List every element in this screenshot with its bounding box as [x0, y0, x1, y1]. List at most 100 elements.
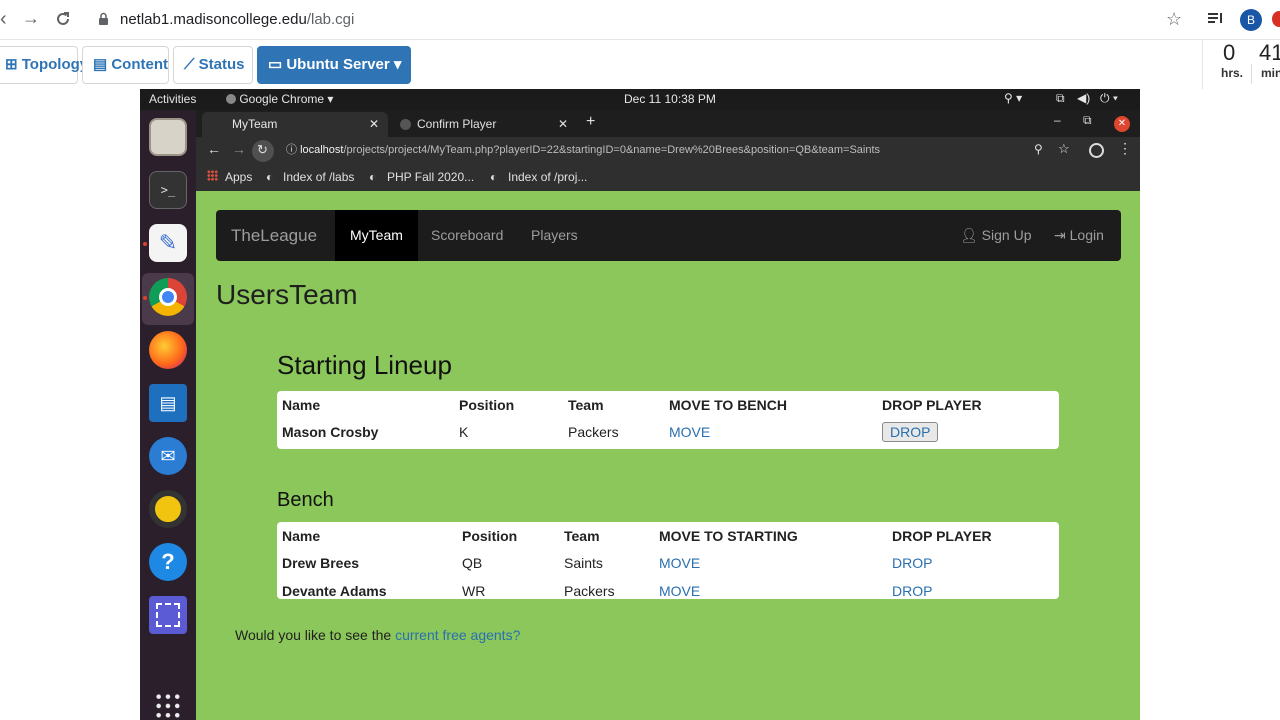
laptop-icon: ▭: [268, 56, 287, 73]
bookmark-index-proj[interactable]: Index of /proj...: [508, 170, 587, 184]
tab-confirm-player[interactable]: Confirm Player ✕: [388, 112, 574, 137]
profile-avatar[interactable]: B: [1240, 9, 1262, 31]
free-agents-text: Would you like to see the: [235, 627, 396, 643]
ubuntu-dock: >_ ✎ ▤ ✉ ?: [140, 110, 196, 720]
inner-url-path: /projects/project4/MyTeam.php?playerID=2…: [343, 144, 881, 156]
player-position: QB: [462, 555, 483, 571]
player-team: Packers: [568, 424, 619, 440]
inner-url-bar[interactable]: ⓘ localhost/projects/project4/MyTeam.php…: [286, 140, 1110, 161]
status-button[interactable]: ⟋ Status: [173, 46, 253, 84]
column-header: Name: [282, 528, 321, 544]
team-title: UsersTeam: [216, 279, 358, 310]
gnome-clock[interactable]: Dec 11 10:38 PM: [624, 92, 716, 106]
power-icon[interactable]: ⏻ ▾: [1100, 91, 1118, 106]
column-header: DROP PLAYER: [892, 528, 992, 544]
minimize-icon[interactable]: –: [1054, 113, 1061, 127]
drop-link[interactable]: DROP: [892, 583, 932, 599]
column-header: MOVE TO STARTING: [659, 528, 798, 544]
starting-lineup-table: Name Position Team MOVE TO BENCH DROP PL…: [277, 391, 1059, 449]
kebab-menu-icon[interactable]: ⋮: [1118, 140, 1132, 157]
nav-players[interactable]: Players: [516, 210, 593, 261]
player-name: Mason Crosby: [282, 424, 379, 440]
reload-button[interactable]: ↻: [252, 140, 274, 162]
move-to-starting-link[interactable]: MOVE: [659, 555, 700, 571]
brand-link[interactable]: TheLeague: [216, 210, 332, 261]
show-apps-icon[interactable]: [154, 692, 182, 720]
help-icon[interactable]: ?: [149, 543, 187, 581]
timer-minutes: 41: [1259, 40, 1280, 65]
sign-up-link[interactable]: 👤︎ Sign Up: [945, 210, 1046, 261]
volume-icon[interactable]: ◀): [1077, 91, 1090, 105]
player-position: WR: [462, 583, 486, 599]
table-header-row: Name Position Team MOVE TO BENCH DROP PL…: [277, 392, 1059, 418]
move-to-starting-link[interactable]: MOVE: [659, 583, 700, 599]
back-arrow-icon[interactable]: ‹: [0, 8, 7, 31]
sign-up-label: Sign Up: [981, 227, 1032, 243]
move-to-bench-link[interactable]: MOVE: [669, 424, 710, 440]
topology-button[interactable]: ⊞ Topology: [0, 46, 88, 84]
forward-arrow-icon[interactable]: →: [232, 141, 246, 157]
account-icon[interactable]: [1089, 143, 1104, 158]
accessibility-icon[interactable]: ⚲ ▾: [1004, 91, 1022, 105]
chrome-icon[interactable]: [149, 278, 187, 316]
status-label: Status: [198, 56, 245, 73]
media-playlist-icon[interactable]: [1206, 10, 1226, 33]
bookmark-apps[interactable]: Apps: [225, 170, 252, 184]
firefox-icon[interactable]: [149, 331, 187, 369]
new-tab-icon[interactable]: +: [586, 113, 595, 131]
caret-down-icon: ▾: [327, 92, 334, 106]
player-name: Drew Brees: [282, 555, 360, 571]
bench-title: Bench: [277, 489, 334, 511]
window-close-icon[interactable]: ✕: [1114, 116, 1130, 132]
maximize-icon[interactable]: ⧉: [1083, 113, 1092, 128]
lock-icon: [98, 12, 109, 31]
free-agents-link[interactable]: current free agents?: [395, 627, 520, 643]
bookmarks-bar: Apps ◐ Index of /labs ◐ PHP Fall 2020...…: [196, 164, 1140, 191]
tab-label: Confirm Player: [417, 117, 497, 131]
gnome-top-bar: Activities Google Chrome ▾ Dec 11 10:38 …: [140, 89, 1140, 110]
files-icon[interactable]: [149, 118, 187, 156]
drop-button[interactable]: DROP: [882, 422, 939, 442]
activities-button[interactable]: Activities: [149, 92, 196, 106]
libreoffice-writer-icon[interactable]: ▤: [149, 384, 187, 422]
rhythmbox-icon[interactable]: [149, 490, 187, 528]
player-team: Packers: [564, 583, 615, 599]
screenshot-icon[interactable]: [149, 596, 187, 634]
column-header: MOVE TO BENCH: [669, 397, 787, 413]
drop-link[interactable]: DROP: [892, 555, 932, 571]
bookmark-star-icon[interactable]: ☆: [1058, 141, 1070, 157]
timer-hours-label: hrs.: [1221, 66, 1244, 80]
bookmark-php-fall[interactable]: PHP Fall 2020...: [387, 170, 474, 184]
ubuntu-server-button[interactable]: ▭ Ubuntu Server ▾: [257, 46, 411, 84]
content-label: Content: [111, 56, 168, 73]
player-team: Saints: [564, 555, 603, 571]
reload-icon[interactable]: [54, 10, 72, 33]
book-icon: ▤: [93, 56, 112, 73]
forward-arrow-icon[interactable]: →: [22, 8, 40, 29]
bench-table: Name Position Team MOVE TO STARTING DROP…: [277, 522, 1059, 599]
tab-label: MyTeam: [232, 117, 278, 131]
back-arrow-icon[interactable]: ←: [207, 141, 221, 157]
extension-icon[interactable]: [1272, 11, 1280, 27]
bookmark-index-labs[interactable]: Index of /labs: [283, 170, 354, 184]
text-editor-icon[interactable]: ✎: [149, 224, 187, 262]
outer-url-bar[interactable]: netlab1.madisoncollege.edu/lab.cgi: [120, 11, 354, 28]
thunderbird-icon[interactable]: ✉: [149, 437, 187, 475]
app-menu[interactable]: Google Chrome ▾: [226, 92, 333, 106]
globe-icon: ◐: [266, 170, 274, 184]
nav-myteam[interactable]: MyTeam: [335, 210, 418, 261]
bookmark-star-icon[interactable]: ☆: [1166, 9, 1182, 30]
close-icon[interactable]: ✕: [558, 112, 568, 137]
timer-divider: [1251, 64, 1252, 84]
terminal-icon[interactable]: >_: [149, 171, 187, 209]
login-link[interactable]: ⇥ Login: [1039, 210, 1119, 261]
table-row: Drew Brees QB Saints MOVE DROP: [277, 549, 1059, 577]
column-header: Name: [282, 397, 321, 413]
network-icon[interactable]: ⧉: [1056, 91, 1065, 106]
close-icon[interactable]: ✕: [369, 112, 379, 137]
zoom-icon[interactable]: ⚲: [1034, 142, 1043, 156]
nav-scoreboard[interactable]: Scoreboard: [416, 210, 518, 261]
globe-icon: ◐: [490, 170, 498, 184]
content-button[interactable]: ▤ Content: [82, 46, 169, 84]
tab-myteam[interactable]: MyTeam ✕: [202, 112, 388, 137]
